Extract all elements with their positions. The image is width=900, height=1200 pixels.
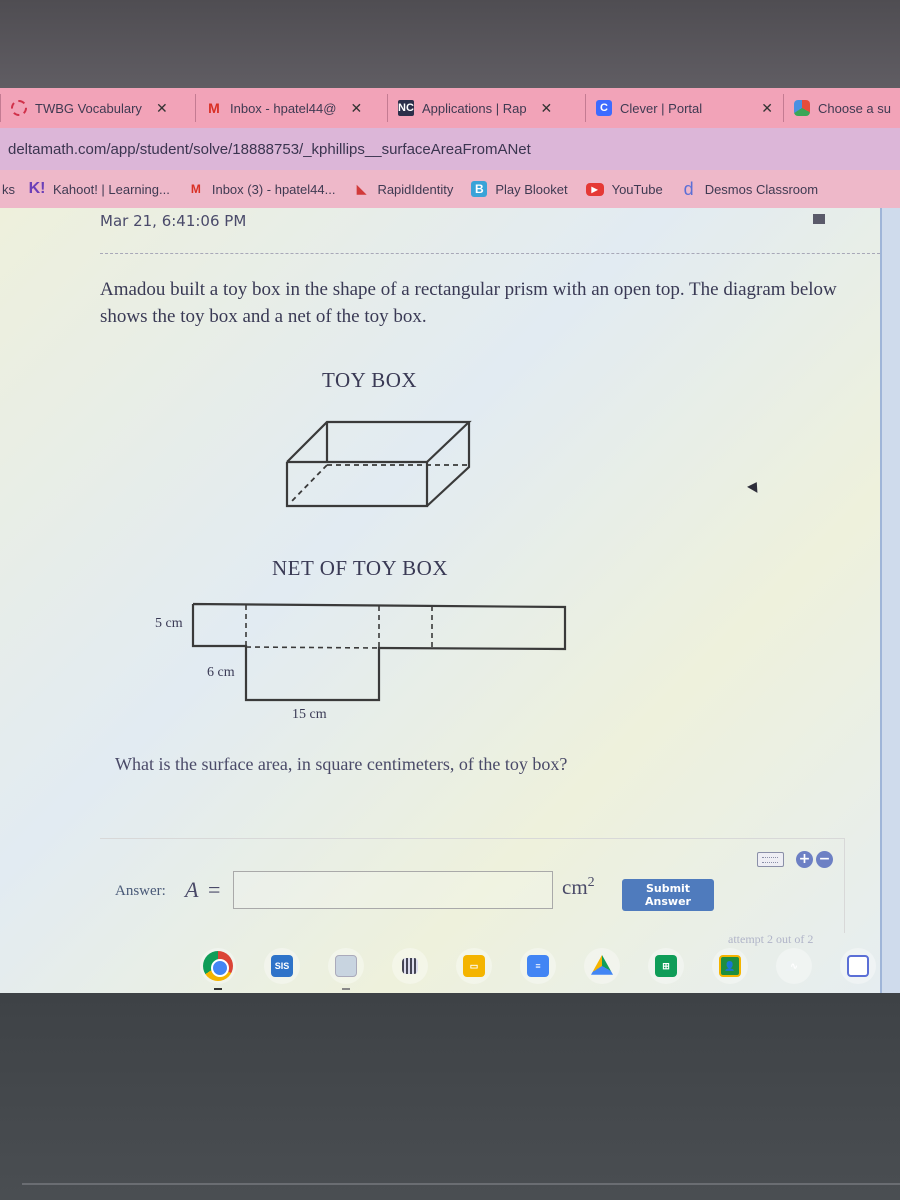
laptop-edge	[22, 1183, 900, 1185]
dimension-label-width: 6 cm	[207, 665, 235, 680]
shelf-app-blank[interactable]	[328, 948, 364, 990]
shelf-app-other[interactable]: ◇	[840, 948, 876, 984]
bookmark-label: YouTube	[611, 181, 663, 197]
prism-front-face	[285, 460, 429, 508]
app-window-icon	[335, 955, 357, 977]
submit-answer-button[interactable]: Submit Answer	[622, 879, 714, 911]
prism-right-face	[426, 422, 471, 507]
bookmark-youtube[interactable]: ▶ YouTube	[585, 181, 663, 197]
running-indicator	[214, 988, 222, 990]
tab-title: Applications | Rap	[422, 100, 527, 116]
loading-ring-icon	[11, 100, 27, 116]
bookmark-blooket[interactable]: B Play Blooket	[471, 181, 568, 197]
bookmark-desmos[interactable]: d Desmos Classroom	[681, 178, 819, 199]
dimension-label-height: 5 cm	[155, 616, 183, 631]
close-icon[interactable]: ✕	[761, 100, 773, 117]
close-icon[interactable]: ✕	[156, 100, 168, 117]
close-icon[interactable]: ✕	[541, 100, 553, 117]
qr-code-icon	[402, 958, 418, 974]
bookmarks-overflow[interactable]: ks	[2, 182, 15, 197]
shelf-app-classroom[interactable]: 👤	[712, 948, 748, 984]
keyboard-icon[interactable]	[757, 852, 784, 867]
bookmark-label: Play Blooket	[495, 181, 568, 197]
answer-label: Answer:	[115, 883, 166, 899]
app-icon: ◇	[847, 955, 869, 977]
net-of-toy-box	[191, 602, 567, 702]
tab-gmail-inbox[interactable]: M Inbox - hpatel44@ ✕	[195, 94, 387, 122]
address-bar[interactable]: deltamath.com/app/student/solve/18888753…	[0, 128, 900, 170]
screen-bezel-bottom	[0, 993, 900, 1200]
shelf-app-drive[interactable]	[584, 948, 620, 984]
bookmark-kahoot[interactable]: K! Kahoot! | Learning...	[28, 180, 170, 197]
bookmark-gmail[interactable]: M Inbox (3) - hpatel44...	[188, 181, 336, 197]
shelf-app-sheets[interactable]: ⊞	[648, 948, 684, 984]
sis-icon: SIS	[271, 955, 293, 977]
tab-title: TWBG Vocabulary	[35, 100, 142, 116]
figure-title-net: NET OF TOY BOX	[272, 556, 448, 580]
rapididentity-icon: ◣	[356, 182, 367, 196]
tab-title: Clever | Portal	[620, 100, 703, 116]
close-icon[interactable]: ✕	[350, 100, 362, 117]
bookmark-label: Desmos Classroom	[704, 181, 819, 197]
kahoot-icon: K!	[28, 180, 46, 197]
unit-label: cm2	[562, 875, 595, 900]
tab-applications[interactable]: NC Applications | Rap ✕	[387, 94, 585, 122]
tab-choose-subject[interactable]: Choose a su	[783, 94, 900, 122]
toy-box-figure	[191, 420, 567, 702]
zoom-out-button[interactable]: −	[816, 851, 833, 868]
dimension-label-length: 15 cm	[292, 707, 327, 722]
question-text: What is the surface area, in square cent…	[115, 754, 568, 774]
answer-variable: A	[185, 877, 199, 902]
tab-title: Choose a su	[818, 100, 891, 116]
prism-hidden-edge	[290, 464, 328, 503]
google-sheets-icon: ⊞	[655, 955, 677, 977]
browser-tab-strip: TWBG Vocabulary ✕ M Inbox - hpatel44@ ✕ …	[0, 88, 900, 128]
shelf-app-qr[interactable]	[392, 948, 428, 984]
shelf-app-chrome[interactable]	[200, 948, 236, 990]
bookmark-label: Inbox (3) - hpatel44...	[211, 181, 336, 197]
clever-icon: C	[596, 100, 612, 116]
running-indicator	[342, 988, 350, 990]
screen-bezel-top	[0, 0, 900, 88]
bookmarks-bar: ks K! Kahoot! | Learning... M Inbox (3) …	[0, 170, 900, 208]
tab-twbg-vocabulary[interactable]: TWBG Vocabulary ✕	[0, 94, 195, 122]
os-shelf: SIS ▭ ≡ ⊞ 👤 ∿ ◇	[200, 940, 900, 992]
equals-sign: =	[208, 877, 221, 902]
toy-box-prism	[285, 420, 472, 508]
shelf-app-docs[interactable]: ≡	[520, 948, 556, 984]
tab-clever-portal[interactable]: C Clever | Portal ✕	[585, 94, 783, 122]
gmail-icon: M	[190, 182, 201, 196]
gmail-icon: M	[208, 100, 220, 116]
shelf-app-slides[interactable]: ▭	[456, 948, 492, 984]
google-slides-icon: ▭	[463, 955, 485, 977]
zoom-in-button[interactable]: +	[796, 851, 813, 868]
google-classroom-icon: 👤	[719, 955, 741, 977]
blooket-icon: B	[471, 181, 488, 197]
answer-panel: Answer: A = cm2 Submit Answer + − attemp…	[100, 838, 845, 946]
nc-icon: NC	[398, 100, 414, 116]
wave-icon: ∿	[790, 960, 798, 971]
deltamath-problem-page: Mar 21, 6:41:06 PM Amadou built a toy bo…	[0, 208, 880, 993]
page-scrollbar[interactable]	[880, 208, 900, 993]
cube-icon	[794, 100, 810, 116]
net-fold-line	[245, 646, 380, 649]
tab-title: Inbox - hpatel44@	[230, 100, 337, 116]
prism-top-edges	[286, 420, 472, 463]
url-text[interactable]: deltamath.com/app/student/solve/18888753…	[8, 141, 531, 158]
chrome-icon	[203, 951, 233, 981]
shelf-app-wave[interactable]: ∿	[776, 948, 812, 984]
google-docs-icon: ≡	[527, 955, 549, 977]
desmos-icon: d	[683, 178, 694, 199]
answer-input[interactable]	[233, 871, 553, 909]
unit-exponent: 2	[587, 875, 595, 890]
unit-text: cm	[562, 875, 588, 899]
bookmark-rapididentity[interactable]: ◣ RapidIdentity	[353, 181, 454, 197]
google-drive-icon	[591, 955, 613, 975]
youtube-icon: ▶	[585, 182, 604, 196]
bookmark-label: Kahoot! | Learning...	[53, 181, 170, 197]
shelf-app-sis[interactable]: SIS	[264, 948, 300, 984]
bookmark-label: RapidIdentity	[377, 181, 454, 197]
